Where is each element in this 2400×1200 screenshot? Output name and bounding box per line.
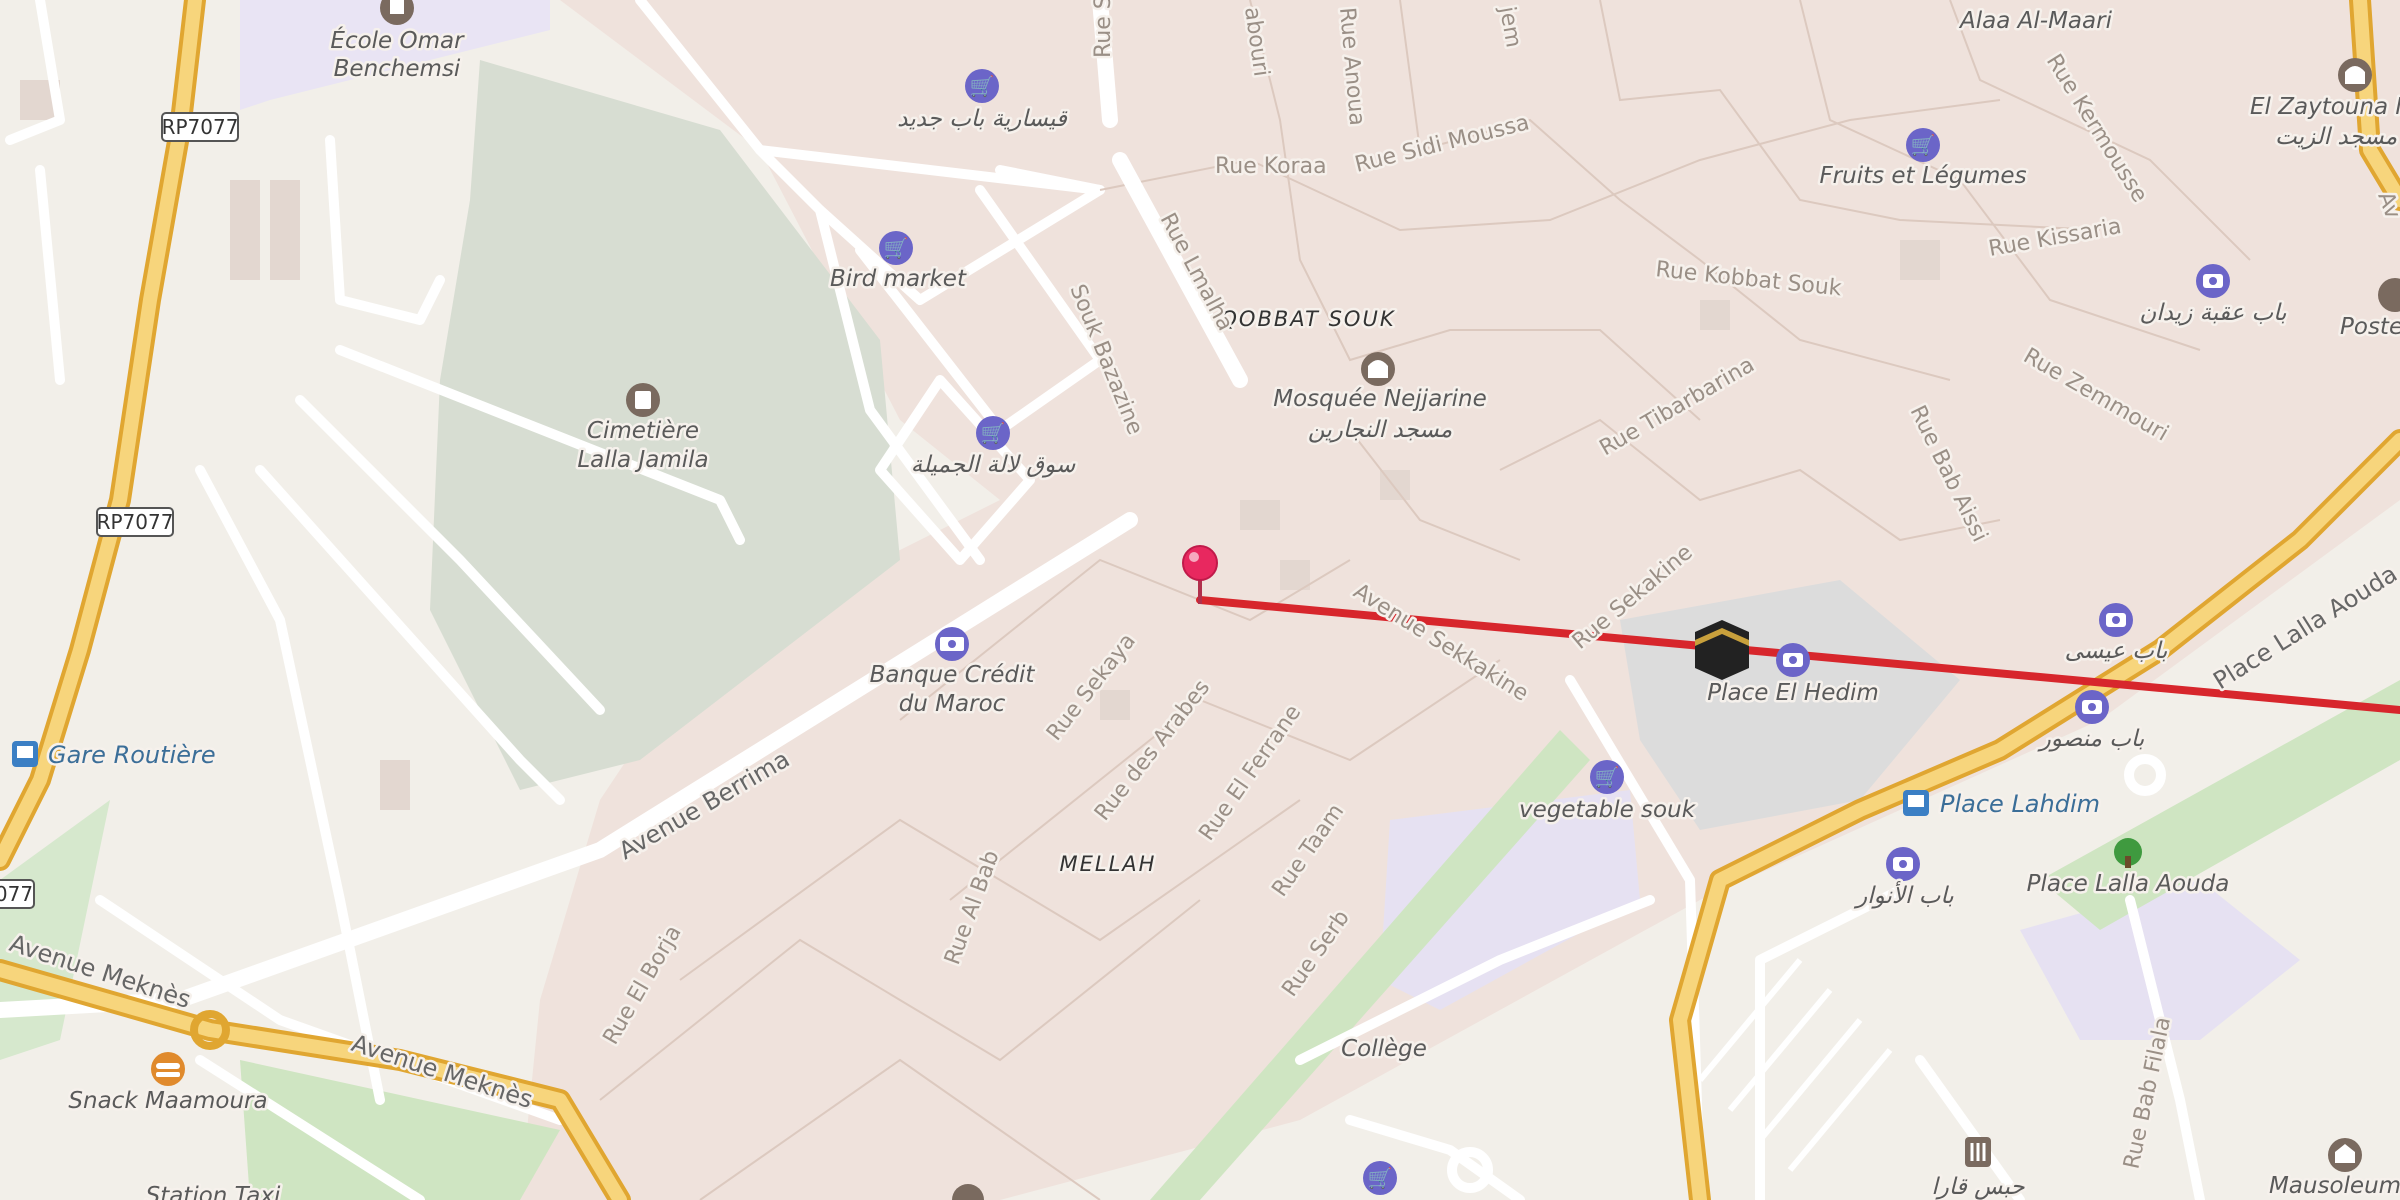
label-mausoleum: Mausoleum xyxy=(2269,1173,2400,1199)
label-alaa: Alaa Al-Maari xyxy=(1958,8,2113,34)
svg-text:🛒: 🛒 xyxy=(1595,765,1620,789)
camera-icon[interactable] xyxy=(2099,603,2133,637)
map-view[interactable]: 🛒 🛒 🛒 🛒 🛒 🛒 RP7077 RP7077 077 École Omar… xyxy=(0,0,2400,1200)
label-cimetiere-2: Lalla Jamila xyxy=(577,447,708,473)
label-place-lalla-aouda: Place Lalla Aouda xyxy=(2027,871,2230,897)
kaaba-icon[interactable] xyxy=(1695,620,1749,680)
label-bird-market: Bird market xyxy=(830,266,967,292)
street-rue-s: Rue S xyxy=(1091,0,1116,58)
bus-stop-icon[interactable] xyxy=(12,741,38,767)
label-ecole: École Omar xyxy=(330,26,465,54)
label-qissaria: قيسارية باب جديد xyxy=(897,106,1068,132)
label-cimetiere: Cimetière xyxy=(587,418,699,444)
gate-icon[interactable] xyxy=(1965,1137,1991,1167)
label-snack: Snack Maamoura xyxy=(68,1088,267,1114)
label-bab-mansour: باب منصور xyxy=(2037,726,2145,752)
svg-text:RP7077: RP7077 xyxy=(162,115,239,139)
svg-text:077: 077 xyxy=(0,882,33,906)
svg-text:🛒: 🛒 xyxy=(981,421,1006,445)
svg-text:🛒: 🛒 xyxy=(1911,133,1936,157)
label-college: Collège xyxy=(1341,1036,1427,1062)
fastfood-icon[interactable] xyxy=(151,1052,185,1086)
svg-text:RP7077: RP7077 xyxy=(97,510,174,534)
label-gare-routiere: Gare Routière xyxy=(48,741,216,769)
road-shield: RP7077 xyxy=(96,507,174,537)
district-qobbat-souk: QOBBAT SOUK xyxy=(1220,307,1395,331)
bank-icon[interactable] xyxy=(935,627,969,661)
camera-icon[interactable] xyxy=(2196,264,2230,298)
label-zaytouna: El Zaytouna M xyxy=(2250,94,2400,120)
label-bab-oqba: باب عقبة زيدان xyxy=(2139,300,2287,326)
road-shield: 077 xyxy=(0,879,35,909)
label-place-lahdim: Place Lahdim xyxy=(1940,790,2100,818)
label-station-taxi: Station Taxi xyxy=(146,1183,281,1200)
shop-icon[interactable]: 🛒 xyxy=(965,69,999,103)
mausoleum-icon[interactable] xyxy=(2328,1138,2362,1172)
svg-text:🛒: 🛒 xyxy=(970,74,995,98)
road-shield: RP7077 xyxy=(161,112,239,142)
label-bab-issi: باب عيسى xyxy=(2065,638,2168,664)
label-habs-qara: حبس قارا xyxy=(1931,1174,2025,1200)
label-poste: Poste I xyxy=(2340,314,2400,340)
label-vegetable-souk: vegetable souk xyxy=(1519,797,1697,823)
shop-icon[interactable]: 🛒 xyxy=(976,416,1010,450)
camera-icon[interactable] xyxy=(1886,847,1920,881)
street-koraa: Rue Koraa xyxy=(1215,154,1327,179)
label-zaytouna-ar: مسجد الزيت xyxy=(2275,124,2397,150)
label-fruits: Fruits et Légumes xyxy=(1819,163,2026,189)
mosque-icon[interactable] xyxy=(2338,58,2372,92)
shop-icon[interactable]: 🛒 xyxy=(879,231,913,265)
label-souk-lalla: سوق لالة الجميلة xyxy=(911,452,1076,478)
map-canvas[interactable]: 🛒 🛒 🛒 🛒 🛒 🛒 RP7077 RP7077 077 École Omar… xyxy=(0,0,2400,1200)
mosque-icon[interactable] xyxy=(1361,352,1395,386)
district-mellah: MELLAH xyxy=(1060,852,1157,876)
label-place-hedim: Place El Hedim xyxy=(1707,680,1879,706)
svg-text:🛒: 🛒 xyxy=(884,236,909,260)
svg-text:🛒: 🛒 xyxy=(1368,1166,1393,1190)
camera-icon[interactable] xyxy=(1776,643,1810,677)
bus-stop-icon[interactable] xyxy=(1903,790,1929,816)
cemetery-icon[interactable] xyxy=(626,383,660,417)
label-mosquee-ar: مسجد النجارين xyxy=(1308,417,1452,443)
label-mosquee: Mosquée Nejjarine xyxy=(1273,386,1487,412)
shop-icon[interactable]: 🛒 xyxy=(1906,128,1940,162)
label-banque: Banque Crédit xyxy=(870,662,1036,688)
label-ecole-2: Benchemsi xyxy=(334,56,461,82)
label-banque-2: du Maroc xyxy=(899,691,1006,717)
camera-icon[interactable] xyxy=(2075,690,2109,724)
label-bab-anouar: باب الأنوار xyxy=(1853,881,1954,909)
shop-icon[interactable]: 🛒 xyxy=(1590,760,1624,794)
shop-icon[interactable]: 🛒 xyxy=(1363,1161,1397,1195)
